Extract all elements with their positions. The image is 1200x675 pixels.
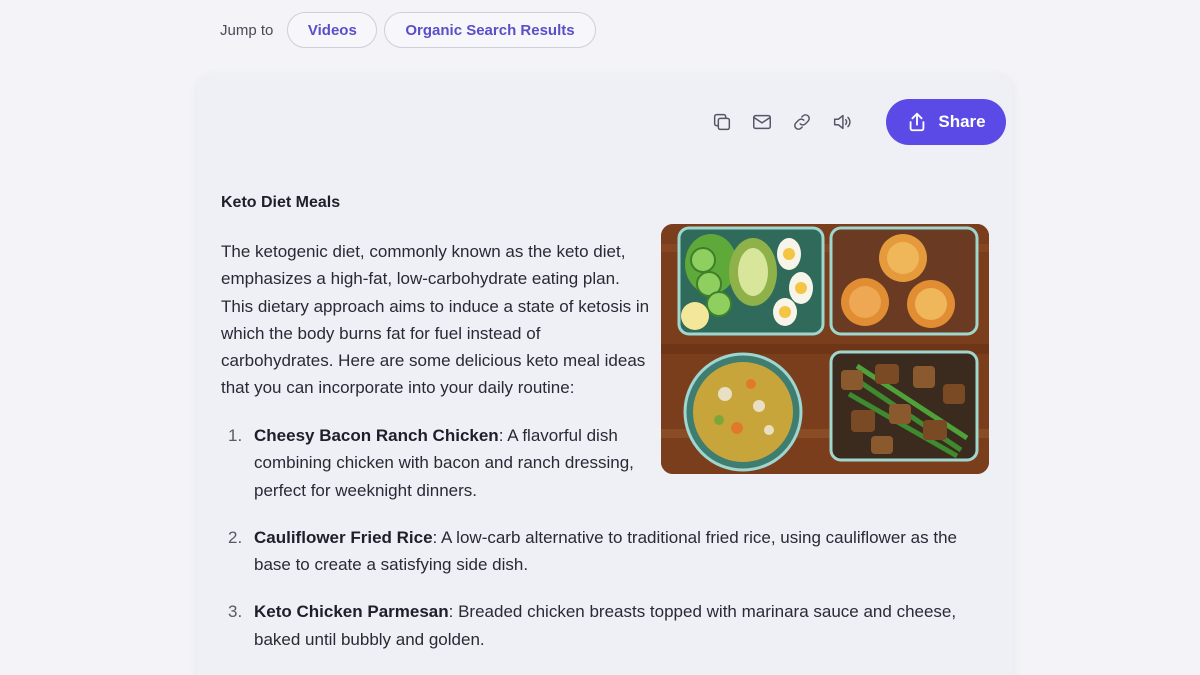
list-item: 3. Keto Chicken Parmesan: Breaded chicke…	[221, 598, 991, 653]
list-number: 1.	[228, 426, 243, 445]
share-icon	[910, 112, 925, 132]
jump-videos-button[interactable]: Videos	[287, 12, 378, 48]
answer-card: Share Keto Diet Meals The ketogenic diet…	[197, 74, 1013, 675]
copy-button[interactable]	[702, 102, 742, 142]
answer-toolbar: Share	[702, 99, 1006, 145]
list-item-body: Cheesy Bacon Ranch Chicken: A flavorful …	[254, 422, 644, 504]
read-aloud-button[interactable]	[822, 102, 862, 142]
speaker-icon	[833, 114, 851, 130]
list-item-body: Cauliflower Fried Rice: A low-carb alter…	[254, 524, 991, 579]
email-button[interactable]	[742, 102, 782, 142]
page: Jump to Videos Organic Search Results Sh…	[0, 0, 1200, 675]
link-icon	[794, 114, 810, 130]
list-item-title: Keto Chicken Parmesan	[254, 602, 449, 622]
jump-to-label: Jump to	[220, 21, 274, 39]
copy-link-button[interactable]	[782, 102, 822, 142]
mail-icon	[753, 114, 771, 130]
jump-organic-results-button[interactable]: Organic Search Results	[384, 12, 596, 48]
list-number: 3.	[228, 602, 243, 622]
copy-icon	[713, 113, 731, 131]
share-label: Share	[938, 112, 986, 131]
share-button[interactable]: Share	[886, 99, 1006, 145]
list-item: 1. Cheesy Bacon Ranch Chicken: A flavorf…	[221, 422, 991, 504]
answer-intro: The ketogenic diet, commonly known as th…	[221, 242, 650, 398]
list-item-title: Cauliflower Fried Rice	[254, 527, 433, 547]
list-number: 2.	[228, 527, 243, 547]
jump-bar: Jump to Videos Organic Search Results	[220, 12, 603, 48]
list-item-body: Keto Chicken Parmesan: Breaded chicken b…	[254, 598, 991, 653]
meal-list: 1. Cheesy Bacon Ranch Chicken: A flavorf…	[221, 422, 991, 673]
list-item-title: Cheesy Bacon Ranch Chicken	[254, 426, 499, 445]
answer-heading: Keto Diet Meals	[221, 194, 341, 211]
list-item: 2. Cauliflower Fried Rice: A low-carb al…	[221, 524, 991, 579]
